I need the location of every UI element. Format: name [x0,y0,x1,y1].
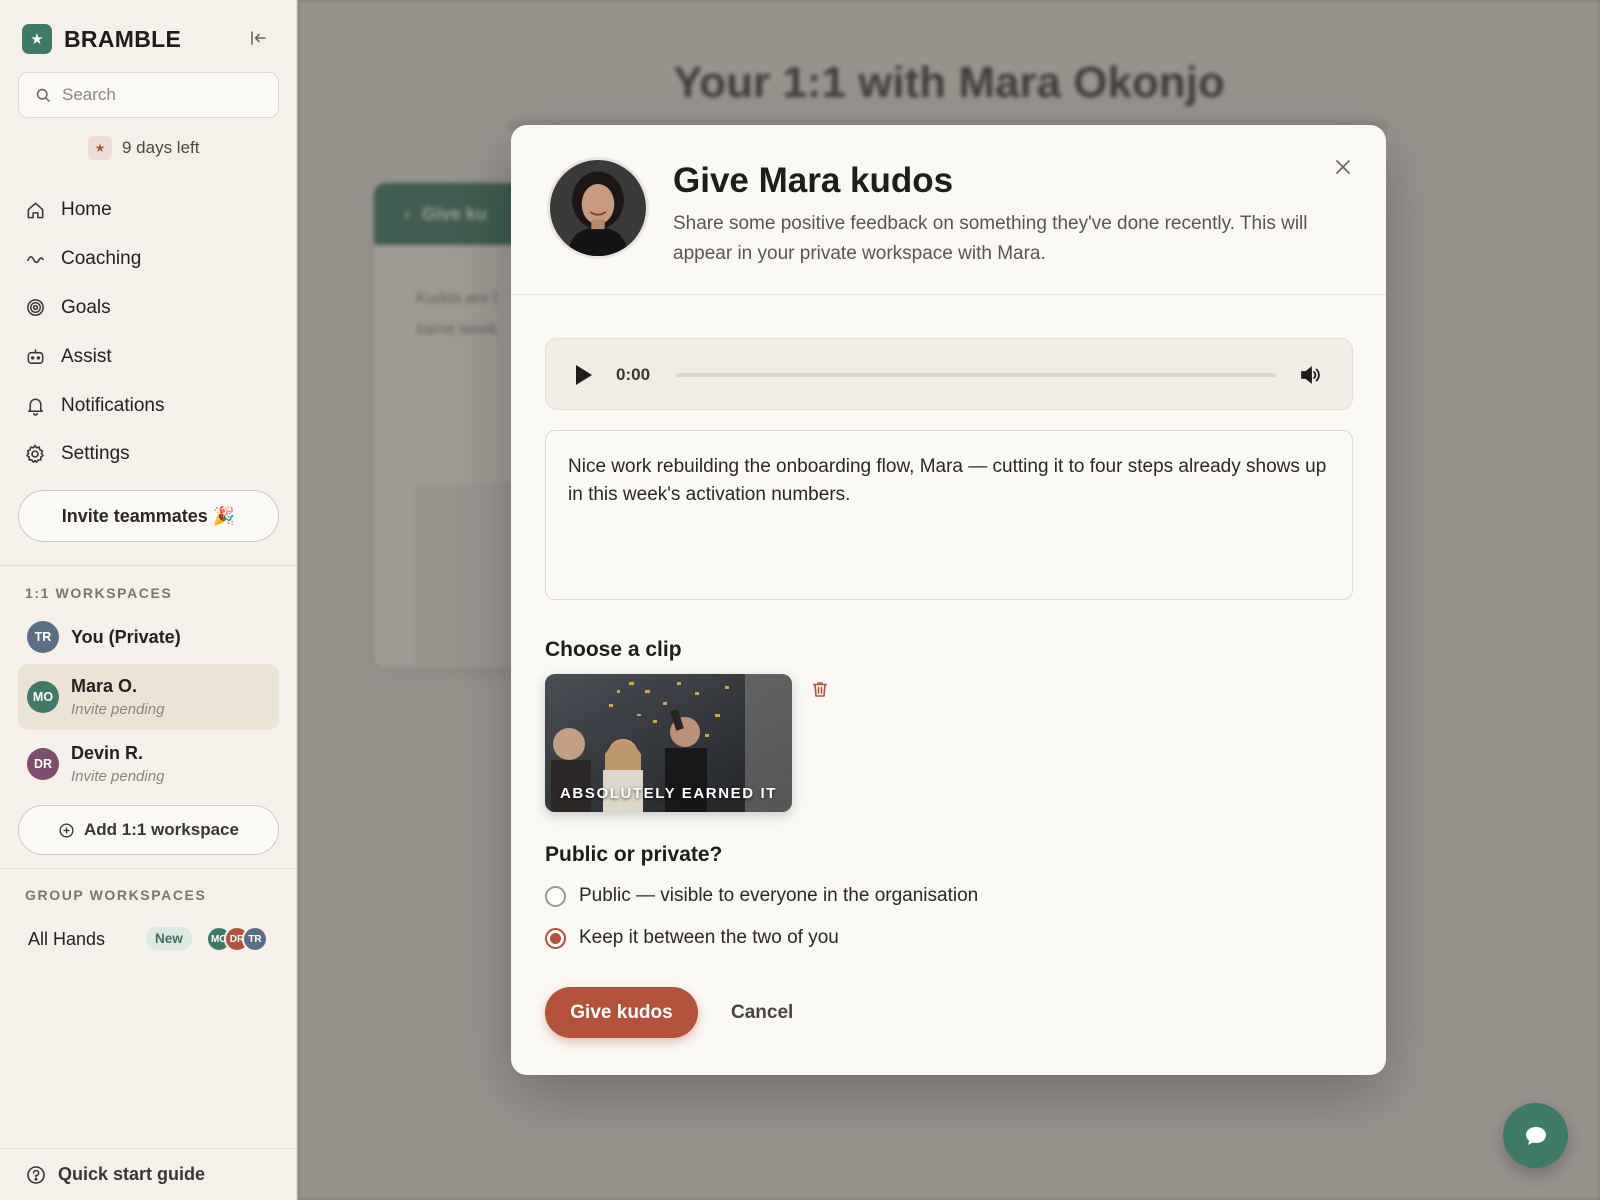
sidebar-divider [0,565,297,566]
workspace-name: You (Private) [71,626,181,647]
brand[interactable]: ★ BRAMBLE [22,24,181,54]
modal-header: Give Mara kudos Share some positive feed… [511,125,1386,295]
audio-player: 0:00 [545,338,1353,410]
workspace-item-you[interactable]: TR You (Private) [18,620,279,654]
gear-icon [24,443,46,465]
close-button[interactable] [1331,155,1355,179]
sidebar-divider [0,1148,297,1149]
chat-button[interactable] [1503,1103,1568,1168]
clip-caption: ABSOLUTELY EARNED IT [559,785,778,802]
give-kudos-modal: Give Mara kudos Share some positive feed… [511,125,1386,1075]
group-workspaces-heading: GROUP WORKSPACES [25,887,207,903]
audio-progress-track[interactable] [676,373,1276,377]
bell-icon [24,395,46,417]
visibility-option-label: Public — visible to everyone in the orga… [579,885,979,906]
new-badge: New [146,927,192,950]
nav-item-label: Goals [61,296,111,318]
cancel-button[interactable]: Cancel [731,987,793,1038]
give-kudos-button[interactable]: Give kudos [545,987,698,1038]
add-workspace-button[interactable]: Add 1:1 workspace [18,805,279,855]
member-avatars: MO DR TR [206,926,268,952]
visibility-option-private[interactable]: Keep it between the two of you [545,927,839,949]
sidebar: ★ BRAMBLE ★ 9 days left Home Coaching Go… [0,0,297,1200]
collapse-sidebar-icon [251,31,266,45]
workspace-item-mara[interactable]: MO Mara O. Invite pending [18,664,279,730]
quick-start-guide-link[interactable]: Quick start guide [26,1164,205,1185]
choose-clip-heading: Choose a clip [545,638,682,661]
close-icon [1336,160,1350,174]
brand-name: BRAMBLE [64,25,182,52]
kudos-message-textarea[interactable]: Nice work rebuilding the onboarding flow… [545,430,1353,600]
radio-public[interactable] [545,885,566,907]
avatar: TR [27,621,59,653]
help-circle-icon [27,1165,45,1184]
workspace-name: Devin R. [71,743,144,763]
workspace-text: Mara O. Invite pending [71,676,164,718]
radio-private[interactable] [545,927,566,949]
nav-item-goals[interactable]: Goals [24,284,284,333]
nav-item-notifications[interactable]: Notifications [24,381,284,430]
trial-status[interactable]: ★ 9 days left [88,136,200,160]
one-on-one-workspaces-heading: 1:1 WORKSPACES [25,585,173,601]
quick-start-label: Quick start guide [58,1164,206,1184]
workspace-status: Invite pending [71,768,165,785]
nav-item-home[interactable]: Home [24,186,284,235]
group-workspace-all-hands[interactable]: All Hands New MO DR TR [28,922,278,956]
plus-circle-icon [59,822,74,838]
workspace-status: Invite pending [71,701,165,718]
collapse-sidebar-button[interactable] [247,27,269,49]
workspace-item-devin[interactable]: DR Devin R. Invite pending [18,731,279,797]
nav-item-label: Assist [61,345,112,367]
home-icon [24,199,46,221]
avatar: DR [27,748,59,780]
main-nav: Home Coaching Goals Assist Notifications… [24,186,284,479]
nav-item-label: Coaching [61,248,142,270]
search-box[interactable] [18,72,279,118]
play-icon [576,365,592,385]
chat-bubble-icon [1525,1126,1546,1145]
nav-item-label: Notifications [61,394,165,416]
nav-item-coaching[interactable]: Coaching [24,235,284,284]
selected-clip[interactable]: ABSOLUTELY EARNED IT [545,674,792,812]
nav-item-settings[interactable]: Settings [24,430,284,479]
workspace-name: Mara O. [71,676,138,696]
volume-button[interactable] [1298,363,1322,387]
workspace-text: Devin R. Invite pending [71,743,164,785]
group-workspace-name: All Hands [28,928,106,949]
nav-item-label: Home [61,199,112,221]
volume-icon [1301,366,1320,384]
visibility-heading: Public or private? [545,843,723,866]
visibility-option-public[interactable]: Public — visible to everyone in the orga… [545,885,978,907]
search-icon [36,88,50,102]
sidebar-divider [0,868,297,869]
coaching-icon [24,248,46,270]
modal-title: Give Mara kudos [673,161,954,200]
visibility-option-label: Keep it between the two of you [579,927,839,948]
search-input[interactable] [62,85,262,105]
avatar: MO [27,681,59,713]
nav-item-label: Settings [61,443,130,465]
trash-icon [812,682,828,697]
play-button[interactable] [572,363,596,387]
modal-description: Share some positive feedback on somethin… [673,213,1308,264]
trial-days-left: 9 days left [122,138,200,157]
avatar: TR [242,926,268,952]
add-workspace-label: Add 1:1 workspace [84,820,239,839]
star-icon: ★ [88,136,112,160]
remove-clip-button[interactable] [809,678,831,700]
invite-teammates-button[interactable]: Invite teammates 🎉 [18,490,279,542]
recipient-photo [547,157,649,259]
star-icon: ★ [22,24,52,54]
target-icon [24,297,46,319]
bot-icon [24,346,46,368]
nav-item-assist[interactable]: Assist [24,332,284,381]
audio-time: 0:00 [616,365,651,384]
